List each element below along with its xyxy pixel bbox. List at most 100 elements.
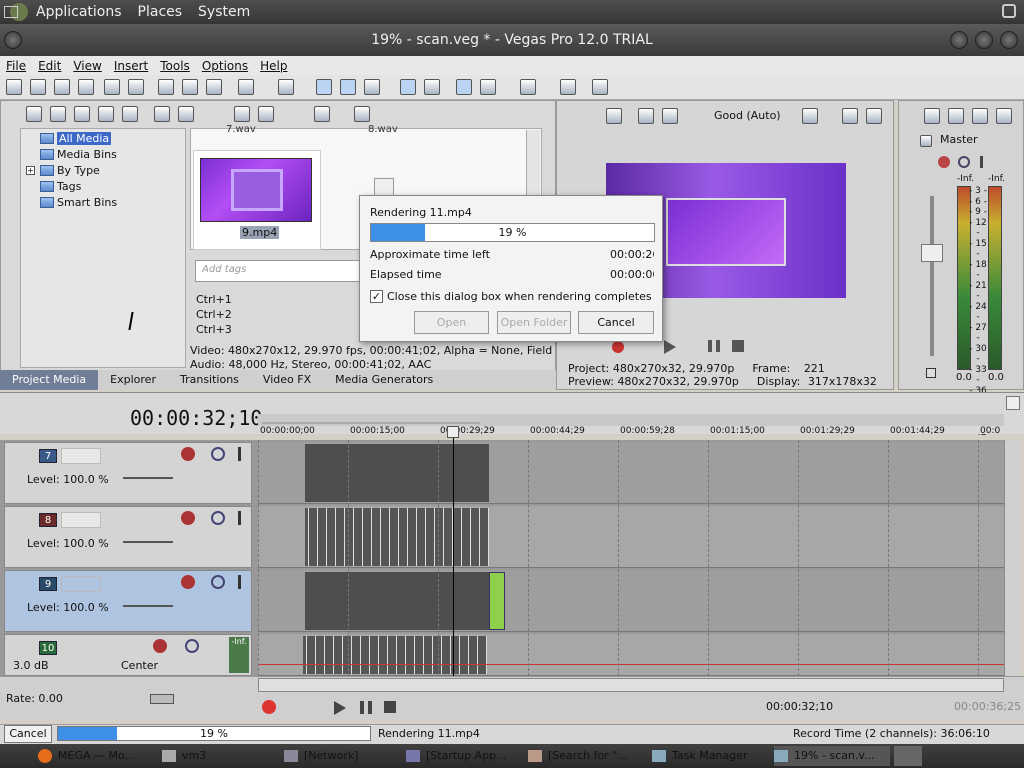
split-screen-icon[interactable] bbox=[638, 108, 654, 124]
master-fx-icon[interactable] bbox=[920, 135, 932, 147]
level-slider[interactable] bbox=[123, 605, 173, 607]
track-mute-icon[interactable] bbox=[211, 575, 225, 589]
save-as-icon[interactable] bbox=[78, 79, 94, 95]
tree-item-all-media[interactable]: All Media bbox=[40, 131, 112, 145]
expand-plus-icon[interactable]: + bbox=[26, 166, 35, 175]
assignable-fx-icon[interactable] bbox=[948, 108, 964, 124]
taskbar-item-search[interactable]: [Search for "... bbox=[528, 746, 644, 766]
tab-project-media[interactable]: Project Media bbox=[0, 370, 99, 390]
refresh-icon[interactable] bbox=[98, 106, 114, 122]
loop-region[interactable] bbox=[262, 416, 480, 424]
track-fx-icon[interactable] bbox=[181, 447, 195, 461]
menu-view[interactable]: View bbox=[67, 59, 107, 73]
track-mute-icon[interactable] bbox=[211, 447, 225, 461]
track-header-9[interactable]: 9 Level: 100.0 % bbox=[4, 570, 252, 632]
zoom-icon[interactable] bbox=[354, 106, 370, 122]
dialog-open-folder-button[interactable]: Open Folder bbox=[497, 311, 571, 334]
pause-icon[interactable] bbox=[360, 701, 372, 714]
show-desktop-icon[interactable] bbox=[4, 2, 24, 22]
audio-event-10[interactable] bbox=[303, 636, 487, 674]
transport-time[interactable]: 00:00:32;10 bbox=[766, 700, 836, 716]
close-when-done-checkbox[interactable]: ✓ bbox=[370, 290, 383, 303]
track-mute-icon[interactable] bbox=[185, 639, 199, 653]
track-header-8[interactable]: 8 Level: 100.0 % bbox=[4, 506, 252, 568]
selected-event-9[interactable] bbox=[489, 572, 505, 630]
get-media-from-web-icon[interactable] bbox=[74, 106, 90, 122]
taskbar-item-vegas[interactable]: 19% - scan.v... bbox=[774, 746, 890, 766]
grid-icon[interactable] bbox=[802, 108, 818, 124]
preview-device-icon[interactable] bbox=[606, 108, 622, 124]
track-header-10[interactable]: 10 3.0 dB Center -Inf. bbox=[4, 634, 252, 676]
copy-snapshot-icon[interactable] bbox=[842, 108, 858, 124]
tab-media-generators[interactable]: Media Generators bbox=[323, 370, 445, 390]
track-lane-8[interactable] bbox=[258, 506, 1004, 568]
playhead-cursor[interactable] bbox=[453, 430, 454, 676]
track-name-field[interactable] bbox=[61, 576, 101, 592]
minimize-button[interactable] bbox=[950, 31, 968, 49]
track-lane-10[interactable] bbox=[258, 634, 1004, 676]
downmix-icon[interactable] bbox=[972, 108, 988, 124]
video-event-9[interactable] bbox=[305, 572, 489, 630]
menu-tools[interactable]: Tools bbox=[154, 59, 196, 73]
track-name-field[interactable] bbox=[61, 512, 101, 528]
search-media-icon[interactable] bbox=[122, 106, 138, 122]
stop-icon[interactable] bbox=[732, 340, 744, 352]
menu-options[interactable]: Options bbox=[196, 59, 254, 73]
tree-item-media-bins[interactable]: Media Bins bbox=[40, 147, 117, 161]
track-lane-9[interactable] bbox=[258, 570, 1004, 632]
dialog-open-button[interactable]: Open bbox=[414, 311, 489, 334]
taskbar-item-task-manager[interactable]: Task Manager bbox=[652, 746, 764, 766]
capture-video-icon[interactable] bbox=[50, 106, 66, 122]
remove-media-icon[interactable] bbox=[154, 106, 170, 122]
undo-icon[interactable] bbox=[238, 79, 254, 95]
timeline-hscroll[interactable] bbox=[258, 678, 1004, 692]
menu-insert[interactable]: Insert bbox=[108, 59, 154, 73]
places-menu[interactable]: Places bbox=[138, 4, 183, 20]
applications-menu[interactable]: Applications bbox=[36, 4, 122, 20]
level-slider[interactable] bbox=[123, 541, 173, 543]
track-fx-icon[interactable] bbox=[153, 639, 167, 653]
video-event-7[interactable] bbox=[305, 444, 489, 502]
timeline-ruler[interactable]: 00:00:00;00 00:00:15;00 00:00:29;29 00:00:4… bbox=[258, 426, 1004, 440]
play-icon[interactable] bbox=[664, 340, 676, 354]
level-slider[interactable] bbox=[123, 477, 173, 479]
play-media-icon[interactable] bbox=[234, 106, 250, 122]
insert-bus-icon[interactable] bbox=[924, 108, 940, 124]
timeline-vscroll[interactable] bbox=[1004, 440, 1020, 676]
taskbar-item-vm3[interactable]: vm3 bbox=[162, 746, 272, 766]
track-fx-icon[interactable] bbox=[181, 575, 195, 589]
pause-icon[interactable] bbox=[708, 340, 720, 352]
thumb-label[interactable]: 9.mp4 bbox=[240, 226, 280, 239]
brush-icon[interactable] bbox=[560, 79, 576, 95]
taskbar-item-startup[interactable]: [Startup App... bbox=[406, 746, 520, 766]
track-lane-7[interactable] bbox=[258, 442, 1004, 504]
stop-media-icon[interactable] bbox=[258, 106, 274, 122]
status-cancel-button[interactable]: Cancel bbox=[4, 725, 52, 743]
ignore-grouping-icon[interactable] bbox=[520, 79, 536, 95]
snapping-icon[interactable] bbox=[456, 79, 472, 95]
file-label-8wav[interactable]: 8.wav bbox=[368, 124, 398, 135]
menu-edit[interactable]: Edit bbox=[32, 59, 67, 73]
copy-icon[interactable] bbox=[182, 79, 198, 95]
import-media-icon[interactable] bbox=[26, 106, 42, 122]
timeline-expand-icon[interactable] bbox=[1006, 396, 1020, 410]
file-label-7wav[interactable]: 7.wav bbox=[226, 124, 256, 135]
menu-file[interactable]: File bbox=[0, 59, 32, 73]
preview-quality-dropdown[interactable]: Good (Auto) bbox=[714, 109, 781, 122]
system-menu[interactable]: System bbox=[198, 4, 250, 20]
panel-applet-icon[interactable] bbox=[1002, 4, 1016, 18]
lock-envelopes-icon[interactable] bbox=[424, 79, 440, 95]
media-thumbnail-9mp4[interactable] bbox=[200, 158, 312, 222]
track-name-field[interactable] bbox=[61, 448, 101, 464]
transport-end-time[interactable]: 00:00:36;25 bbox=[954, 700, 1021, 716]
close-button[interactable] bbox=[1000, 31, 1018, 49]
master-fx-gear-icon[interactable] bbox=[938, 156, 950, 168]
stop-icon[interactable] bbox=[384, 701, 396, 713]
auto-ripple-icon[interactable] bbox=[400, 79, 416, 95]
redo-icon[interactable] bbox=[278, 79, 294, 95]
save-snapshot-icon[interactable] bbox=[866, 108, 882, 124]
tab-transitions[interactable]: Transitions bbox=[168, 370, 251, 390]
tree-item-smart-bins[interactable]: Smart Bins bbox=[40, 195, 117, 209]
volume-envelope[interactable] bbox=[258, 664, 1004, 665]
taskbar-item-mega[interactable]: MEGA — Mo... bbox=[38, 746, 156, 766]
